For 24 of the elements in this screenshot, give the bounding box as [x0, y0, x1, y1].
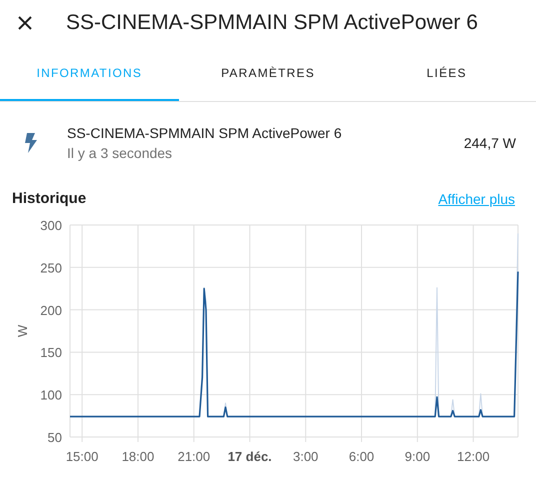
y-tick-label: 150: [40, 345, 62, 360]
entity-name: SS-CINEMA-SPMMAIN SPM ActivePower 6: [67, 124, 343, 143]
x-tick-label: 3:00: [292, 449, 318, 464]
last-changed-text: Il y a 3 secondes: [67, 144, 174, 163]
y-tick-label: 200: [40, 302, 62, 318]
y-tick-label: 100: [40, 388, 62, 403]
state-value: 244,7 W: [464, 134, 516, 152]
x-tick-label: 12:00: [457, 449, 490, 464]
x-tick-label: 21:00: [178, 449, 210, 464]
tab[interactable]: PARAMÈTRES: [178, 46, 358, 101]
y-tick-label: 250: [40, 260, 62, 276]
close-icon: [17, 15, 33, 31]
y-tick-label: 300: [40, 218, 62, 233]
y-axis-label: W: [15, 324, 30, 338]
dialog-title: SS-CINEMA-SPMMAIN SPM ActivePower 6: [66, 10, 478, 36]
tab[interactable]: LIÉES: [357, 46, 536, 101]
y-tick-label: 50: [48, 430, 62, 445]
x-tick-label: 18:00: [122, 449, 154, 464]
x-tick-label: 9:00: [404, 449, 430, 464]
lightning-bolt-icon: [24, 133, 38, 153]
x-tick-label: 17 déc.: [228, 449, 272, 464]
history-heading: Historique: [12, 188, 86, 209]
x-tick-label: 6:00: [348, 449, 374, 464]
x-tick-label: 15:00: [66, 449, 98, 464]
